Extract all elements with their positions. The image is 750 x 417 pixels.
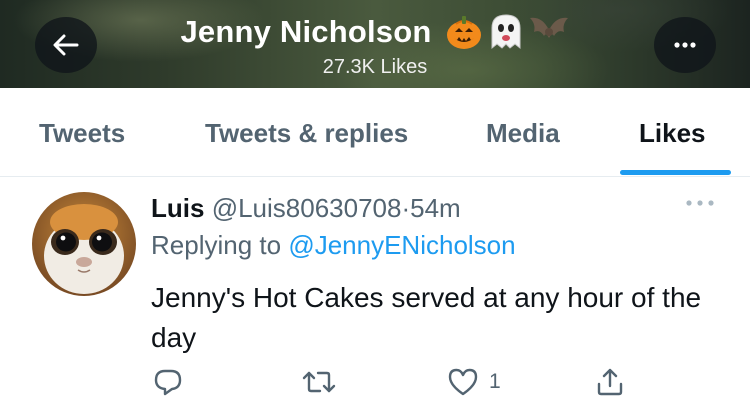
tab-media[interactable]: Media bbox=[486, 118, 560, 149]
avatar[interactable] bbox=[32, 192, 136, 296]
bat-icon bbox=[529, 17, 568, 38]
more-options-button[interactable] bbox=[654, 17, 716, 73]
likes-count-subtitle: 27.3K Likes bbox=[322, 56, 428, 78]
profile-tabs: Tweets Tweets & replies Media Likes bbox=[0, 88, 750, 177]
ghost-icon bbox=[491, 14, 521, 50]
tweet-header: Luis @Luis80630708·54m bbox=[151, 193, 461, 224]
replying-to-line: Replying to @JennyENicholson bbox=[151, 230, 516, 261]
heart-icon bbox=[448, 368, 478, 396]
name-emojis bbox=[444, 12, 570, 52]
jack-o-lantern-icon bbox=[446, 16, 481, 49]
share-button[interactable] bbox=[595, 367, 625, 397]
more-horizontal-icon bbox=[674, 42, 696, 48]
retweet-icon bbox=[302, 371, 336, 393]
retweet-button[interactable] bbox=[302, 367, 336, 397]
active-tab-indicator bbox=[620, 170, 731, 175]
tab-tweets[interactable]: Tweets bbox=[39, 118, 125, 149]
author-handle[interactable]: @Luis80630708 bbox=[212, 193, 402, 223]
more-horizontal-icon bbox=[686, 200, 714, 206]
tweet-actions: 1 bbox=[0, 367, 750, 407]
share-icon bbox=[597, 368, 623, 396]
profile-name: Jenny Nicholson bbox=[180, 14, 432, 49]
reply-button[interactable] bbox=[153, 367, 183, 397]
author-name[interactable]: Luis bbox=[151, 193, 204, 223]
tab-likes[interactable]: Likes bbox=[639, 118, 706, 149]
tweet[interactable]: Luis @Luis80630708·54m Replying to @Jenn… bbox=[0, 177, 750, 417]
profile-header: Jenny Nicholson 27.3K Likes bbox=[0, 0, 750, 88]
like-count: 1 bbox=[489, 370, 501, 393]
replying-to-label: Replying to bbox=[151, 230, 282, 260]
tweet-text: Jenny's Hot Cakes served at any hour of … bbox=[151, 282, 702, 353]
tab-tweets-and-replies[interactable]: Tweets & replies bbox=[205, 118, 408, 149]
separator-dot: · bbox=[401, 193, 411, 223]
like-button[interactable]: 1 bbox=[447, 367, 501, 397]
tweet-more-button[interactable] bbox=[680, 193, 720, 213]
tweet-timestamp[interactable]: 54m bbox=[410, 193, 461, 223]
reply-icon bbox=[154, 369, 182, 396]
replying-to-mention[interactable]: @JennyENicholson bbox=[288, 230, 515, 260]
header-title-block: Jenny Nicholson 27.3K Likes bbox=[0, 12, 750, 79]
